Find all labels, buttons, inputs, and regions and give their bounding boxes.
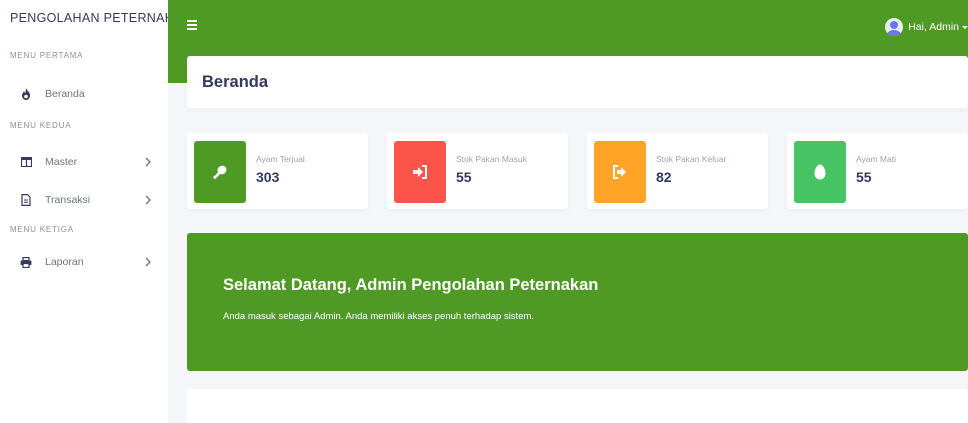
stat-value: 82 bbox=[656, 169, 672, 185]
stat-value: 55 bbox=[856, 169, 872, 185]
welcome-banner: Selamat Datang, Admin Pengolahan Peterna… bbox=[187, 233, 968, 371]
welcome-message: Anda masuk sebagai Admin. Anda memiliki … bbox=[223, 311, 535, 322]
columns-icon bbox=[20, 156, 32, 168]
stat-label: Ayam Terjual bbox=[256, 154, 305, 164]
sidebar-item-label: Master bbox=[45, 156, 78, 168]
user-dropdown[interactable]: Hai, Admin bbox=[885, 18, 968, 36]
sidebar-item-label: Transaksi bbox=[45, 194, 91, 206]
hamburger-icon[interactable] bbox=[187, 20, 199, 32]
sign-out-icon bbox=[594, 141, 646, 203]
sign-in-icon bbox=[394, 141, 446, 203]
chevron-right-icon bbox=[142, 194, 154, 206]
chevron-right-icon bbox=[142, 256, 154, 268]
sidebar-item-label: Laporan bbox=[45, 256, 84, 268]
stat-card-stok-pakan-masuk: Stok Pakan Masuk 55 bbox=[387, 133, 568, 209]
avatar bbox=[885, 18, 904, 36]
stat-label: Stok Pakan Keluar bbox=[656, 154, 727, 164]
caret-down-icon bbox=[962, 25, 968, 29]
drumstick-icon bbox=[194, 141, 246, 203]
sidebar-item-master[interactable]: Master bbox=[0, 146, 168, 178]
page-title: Beranda bbox=[202, 72, 269, 91]
file-icon bbox=[20, 194, 32, 206]
user-greeting: Hai, Admin bbox=[908, 21, 959, 33]
menu-header-ketiga: MENU KETIGA bbox=[10, 225, 74, 234]
sidebar-item-beranda[interactable]: Beranda bbox=[0, 78, 168, 110]
chevron-right-icon bbox=[142, 156, 154, 168]
sidebar-item-label: Beranda bbox=[45, 88, 85, 100]
print-icon bbox=[20, 256, 32, 268]
egg-icon bbox=[794, 141, 846, 203]
stat-value: 55 bbox=[456, 169, 472, 185]
stat-card-stok-pakan-keluar: Stok Pakan Keluar 82 bbox=[587, 133, 768, 209]
stat-label: Ayam Mati bbox=[856, 154, 896, 164]
welcome-title: Selamat Datang, Admin Pengolahan Peterna… bbox=[223, 276, 599, 294]
brand-title[interactable]: PENGOLAHAN PETERNAKAN bbox=[0, 0, 191, 36]
stat-label: Stok Pakan Masuk bbox=[456, 154, 527, 164]
section-header: Beranda bbox=[187, 56, 968, 108]
stat-card-ayam-mati: Ayam Mati 55 bbox=[787, 133, 968, 209]
fire-icon bbox=[20, 88, 32, 100]
stat-card-ayam-terjual: Ayam Terjual 303 bbox=[187, 133, 368, 209]
menu-header-kedua: MENU KEDUA bbox=[10, 121, 72, 130]
content-card bbox=[187, 389, 968, 423]
stat-value: 303 bbox=[256, 169, 280, 185]
sidebar: PENGOLAHAN PETERNAKAN MENU PERTAMA Beran… bbox=[0, 0, 191, 423]
sidebar-item-transaksi[interactable]: Transaksi bbox=[0, 184, 168, 216]
sidebar-item-laporan[interactable]: Laporan bbox=[0, 246, 168, 278]
menu-header-pertama: MENU PERTAMA bbox=[10, 51, 84, 60]
